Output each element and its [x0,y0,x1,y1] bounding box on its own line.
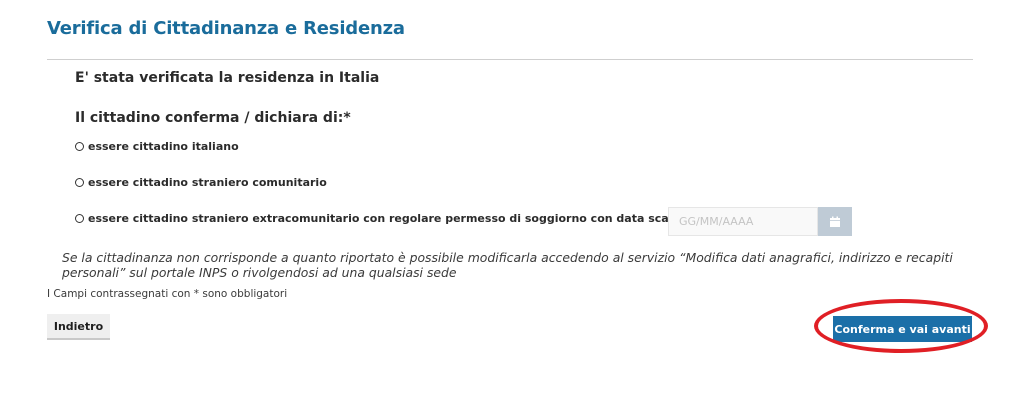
radio-button-eu[interactable] [75,178,84,187]
expiry-date-picker [668,207,852,236]
option-label: essere cittadino italiano [88,140,239,153]
option-label: essere cittadino straniero extracomunita… [88,212,706,225]
radio-button-non-eu[interactable] [75,214,84,223]
verification-page: Verifica di Cittadinanza e Residenza E' … [0,0,1024,394]
declaration-heading: Il cittadino conferma / dichiara di:* [75,110,351,126]
confirm-continue-button[interactable]: Conferma e vai avanti [833,316,972,342]
option-italian-citizen[interactable]: essere cittadino italiano [75,140,239,153]
option-non-eu-citizen[interactable]: essere cittadino straniero extracomunita… [75,212,706,225]
citizenship-info-note: Se la cittadinanza non corrisponde a qua… [62,250,953,280]
calendar-icon [830,216,840,227]
required-fields-note: I Campi contrassegnati con * sono obblig… [47,288,288,300]
option-eu-citizen[interactable]: essere cittadino straniero comunitario [75,176,327,189]
radio-button-italian[interactable] [75,142,84,151]
page-title: Verifica di Cittadinanza e Residenza [47,18,405,39]
option-label: essere cittadino straniero comunitario [88,176,327,189]
back-button[interactable]: Indietro [47,314,110,340]
expiry-date-input[interactable] [668,207,818,236]
calendar-button[interactable] [818,207,852,236]
residence-status-text: E' stata verificata la residenza in Ital… [75,70,380,86]
title-divider [47,59,973,60]
